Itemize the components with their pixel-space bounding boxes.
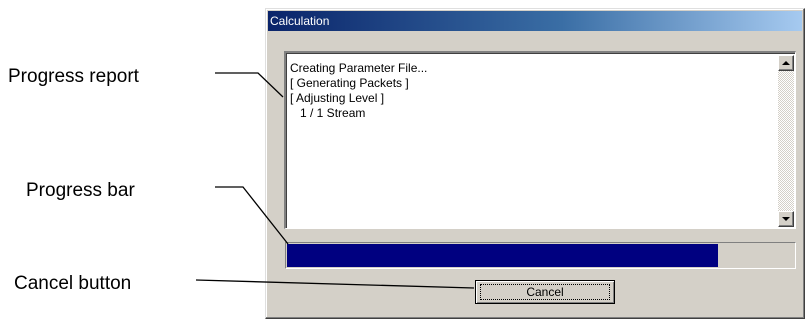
progress-bar-callout: Progress bar (26, 180, 135, 201)
arrow-up-icon (782, 61, 790, 65)
cancel-button-callout: Cancel button (14, 273, 132, 294)
report-scrollbar[interactable] (778, 55, 794, 227)
progress-bar-fill (287, 244, 718, 267)
scroll-down-button[interactable] (778, 211, 794, 227)
progress-report-box: Creating Parameter File... [ Generating … (284, 51, 796, 229)
progress-report-text: Creating Parameter File... [ Generating … (290, 61, 771, 121)
report-line: [ Generating Packets ] (290, 76, 409, 90)
scroll-up-button[interactable] (778, 55, 794, 71)
calculation-dialog: Calculation Creating Parameter File... [… (265, 8, 805, 319)
report-line: [ Adjusting Level ] (290, 91, 385, 105)
report-line: 1 / 1 Stream (290, 106, 366, 120)
report-line: Creating Parameter File... (290, 61, 428, 75)
dialog-title: Calculation (268, 11, 802, 31)
progress-bar (285, 242, 796, 269)
progress-report-callout: Progress report (8, 66, 139, 87)
arrow-down-icon (782, 217, 790, 221)
cancel-button-label: Cancel (480, 284, 610, 300)
cancel-button[interactable]: Cancel (475, 280, 615, 304)
